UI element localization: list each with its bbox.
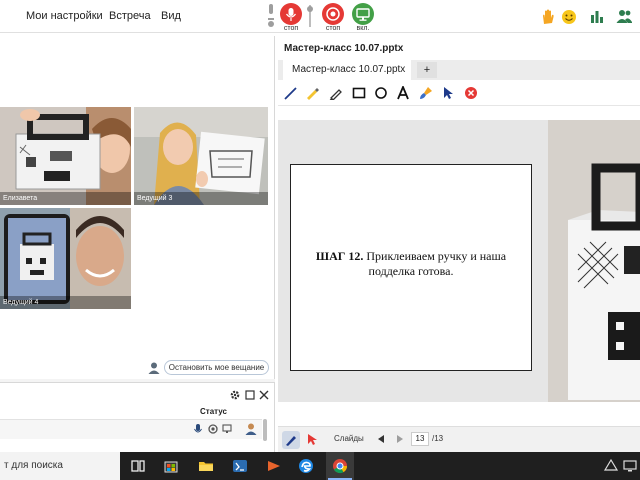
pen-icon [286, 436, 296, 446]
total-slides: /13 [432, 434, 444, 443]
slide-controls: Слайды 13 /13 [278, 426, 640, 452]
monitor-icon[interactable] [622, 458, 638, 474]
screen-icon [222, 424, 232, 433]
chrome-icon [333, 459, 348, 474]
media-player-icon[interactable] [266, 458, 282, 474]
drawing-toolbar [278, 80, 640, 106]
craft-photo [548, 120, 640, 402]
document-title: Мастер-класс 10.07.pptx [284, 43, 404, 54]
tab-presentation[interactable]: Мастер-класс 10.07.pptx [283, 60, 411, 80]
user-icon [148, 362, 160, 374]
video-tile-host-3[interactable]: Ведущий 3 [134, 107, 268, 205]
rectangle-icon[interactable] [352, 86, 366, 100]
slide-stage: ШАГ 12. Приклеиваем ручку и наша подделк… [278, 120, 640, 402]
slides-label: Слайды [334, 434, 364, 443]
top-bar: Мои настройки Встреча Вид стоп стоп вкл. [0, 0, 640, 33]
taskbar: т для поиска [0, 452, 640, 480]
file-explorer-icon[interactable] [198, 458, 214, 474]
emoji-icon[interactable] [561, 9, 577, 25]
participants-panel: Статус [0, 382, 275, 452]
video-area: Елизавета Ведущий 3 Ведущий 4 Остановить… [0, 36, 275, 379]
slide: ШАГ 12. Приклеиваем ручку и наша подделк… [290, 164, 532, 371]
stop-broadcast-button[interactable]: Остановить мое вещание [164, 360, 269, 375]
status-column-header: Статус [200, 407, 227, 416]
highlighter-icon[interactable] [305, 86, 319, 100]
video-tile-name: Елизавета [0, 192, 131, 205]
document-tabs: Мастер-класс 10.07.pptx + [278, 60, 640, 80]
gear-icon[interactable] [230, 390, 240, 400]
clear-icon[interactable] [464, 86, 478, 100]
app-icon[interactable] [232, 458, 248, 474]
menu-my-settings[interactable]: Мои настройки [26, 10, 103, 22]
participants-icon[interactable] [616, 8, 632, 24]
mic-level-icon [268, 4, 274, 27]
video-feed [0, 107, 131, 205]
cursor-icon[interactable] [441, 86, 455, 100]
notification-icon[interactable] [603, 458, 619, 474]
slide-step-body: Приклеиваем ручку и наша подделка готова… [363, 249, 507, 278]
task-view-icon[interactable] [130, 458, 146, 474]
video-tile-name: Ведущий 3 [134, 192, 268, 205]
screen-share-label: вкл. [356, 25, 370, 32]
user-icon [245, 423, 257, 435]
expand-icon[interactable] [245, 390, 255, 400]
brush-icon[interactable] [419, 86, 433, 100]
video-feed [134, 107, 268, 205]
pen-icon[interactable] [284, 86, 298, 100]
camera-icon [326, 7, 340, 21]
microphone-icon [194, 424, 202, 433]
video-feed [0, 208, 131, 309]
slide-step-title: ШАГ 12. [315, 249, 364, 263]
presentation-panel: Мастер-класс 10.07.pptx Мастер-класс 10.… [278, 36, 640, 452]
text-icon[interactable] [396, 86, 410, 100]
video-tile-elizaveta[interactable]: Елизавета [0, 107, 131, 205]
circle-icon[interactable] [374, 86, 388, 100]
camera-label: стоп [325, 25, 341, 32]
microphone-label: стоп [283, 25, 299, 32]
pointer-icon[interactable] [306, 433, 318, 447]
camera-icon [208, 424, 218, 434]
slide-photo [548, 120, 640, 402]
store-icon[interactable] [163, 458, 179, 474]
monitor-icon [356, 8, 370, 21]
pen-mode-button[interactable] [282, 431, 300, 449]
marker-icon[interactable] [329, 86, 343, 100]
add-tab-button[interactable]: + [417, 62, 437, 78]
volume-slider-icon[interactable] [306, 5, 314, 27]
participants-scrollbar[interactable] [263, 419, 267, 441]
chrome-taskbar-button[interactable] [326, 452, 354, 480]
screen-share-button[interactable] [352, 3, 374, 25]
raise-hand-icon[interactable] [541, 9, 555, 25]
next-slide-icon[interactable] [395, 434, 405, 444]
microphone-icon [285, 8, 297, 21]
video-tile-name: Ведущий 4 [0, 296, 131, 309]
previous-slide-icon[interactable] [376, 434, 386, 444]
taskbar-search[interactable]: т для поиска [0, 452, 120, 480]
menu-view[interactable]: Вид [161, 10, 181, 22]
edge-icon[interactable] [298, 458, 314, 474]
close-icon[interactable] [259, 390, 269, 400]
slide-number-input[interactable]: 13 [411, 432, 429, 446]
menu-meeting[interactable]: Встреча [109, 10, 151, 22]
left-panel: Елизавета Ведущий 3 Ведущий 4 Остановить… [0, 36, 275, 452]
video-tile-host-4[interactable]: Ведущий 4 [0, 208, 131, 309]
participant-row[interactable] [0, 419, 262, 439]
slide-text: ШАГ 12. Приклеиваем ручку и наша подделк… [297, 249, 525, 279]
camera-button[interactable] [322, 3, 344, 25]
statistics-icon[interactable] [590, 9, 604, 23]
microphone-button[interactable] [280, 3, 302, 25]
